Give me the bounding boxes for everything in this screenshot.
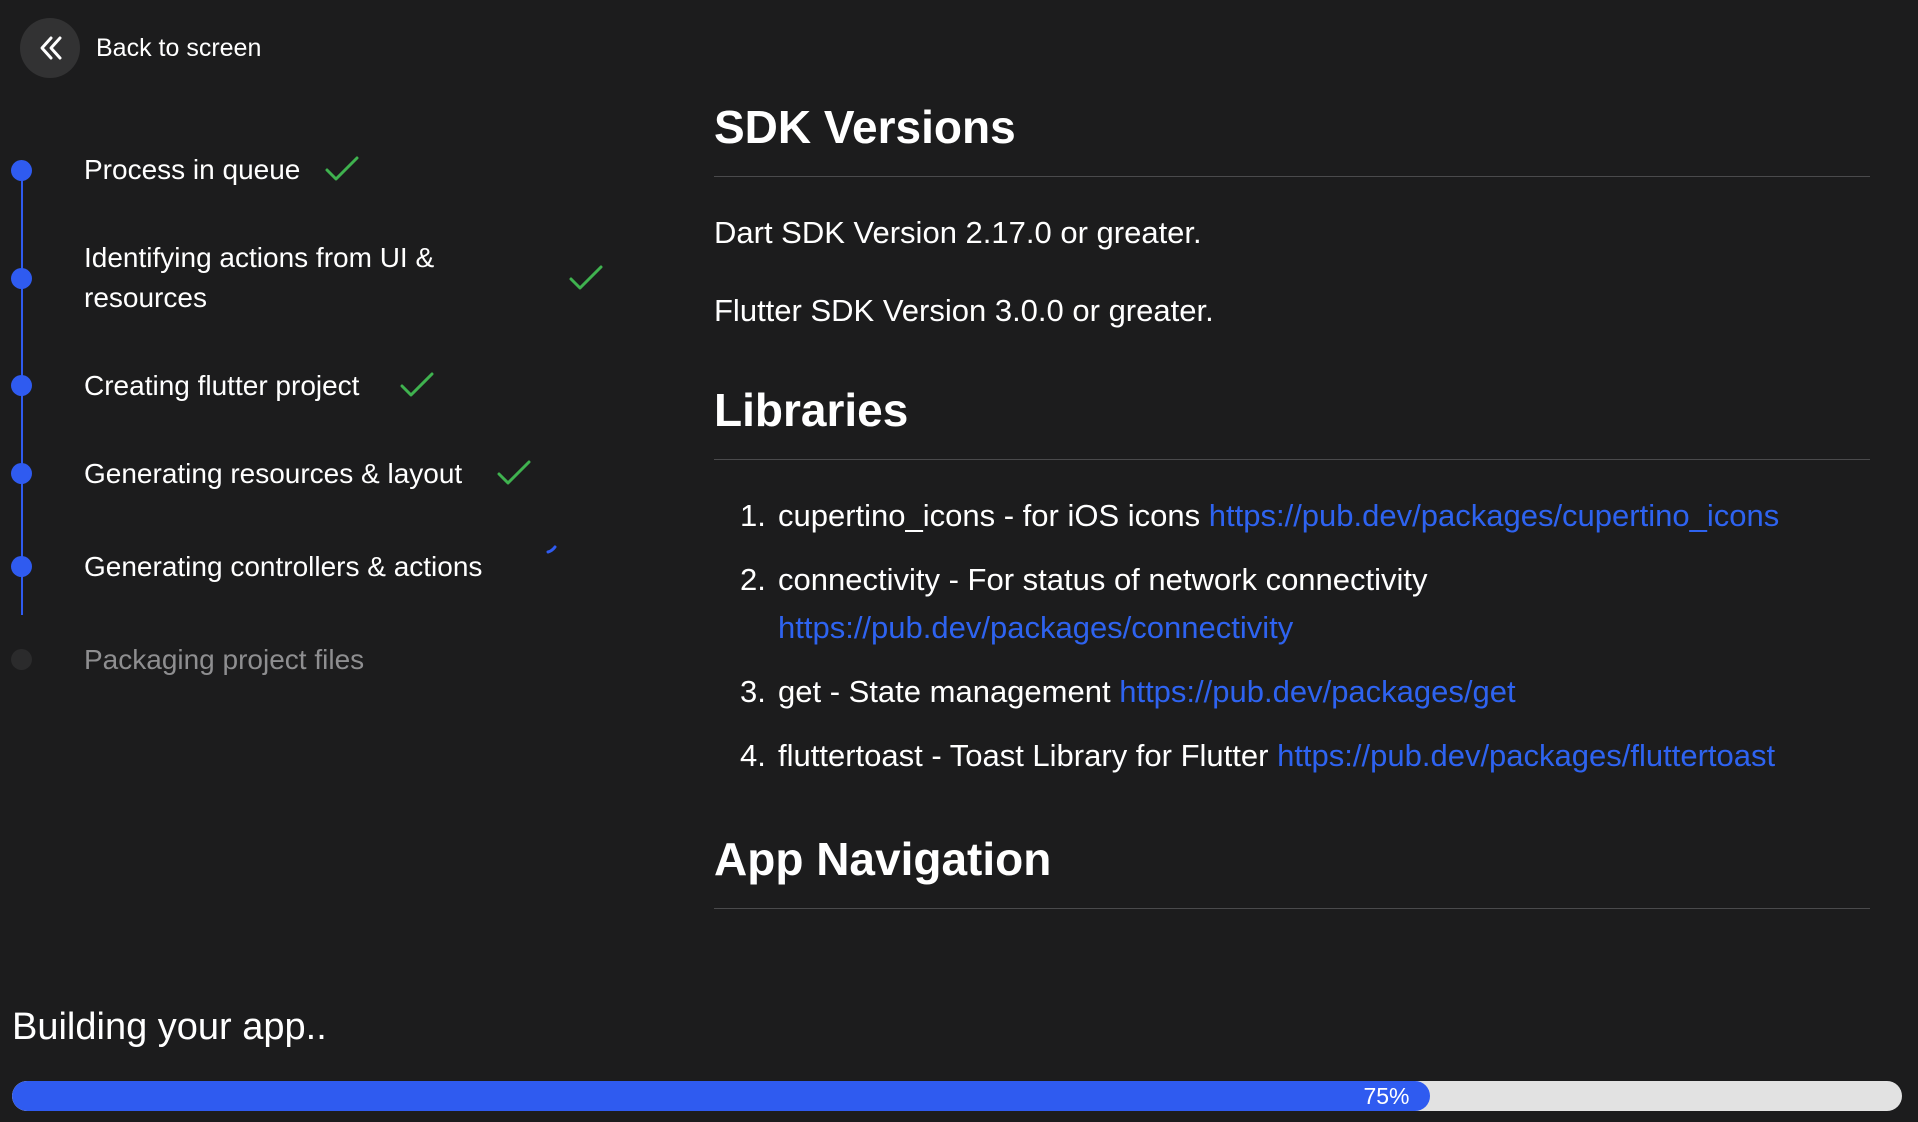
build-progress-fill: 75% — [12, 1081, 1430, 1111]
checkmark-icon — [400, 372, 434, 397]
app-navigation-heading: App Navigation — [714, 832, 1870, 909]
sdk-version-dart: Dart SDK Version 2.17.0 or greater. — [714, 215, 1202, 250]
list-item: 4. fluttertoast - Toast Library for Flut… — [714, 732, 1870, 780]
step-label-creating-flutter-project: Creating flutter project — [84, 370, 360, 401]
library-description: cupertino_icons - for iOS icons — [778, 498, 1201, 533]
library-link[interactable]: https://pub.dev/packages/cupertino_icons — [1209, 498, 1779, 533]
libraries-list: 1. cupertino_icons - for iOS icons https… — [714, 492, 1870, 780]
spinner-icon — [546, 545, 557, 554]
libraries-heading: Libraries — [714, 383, 1870, 460]
step-dot-in-progress — [11, 556, 32, 577]
library-description: fluttertoast - Toast Library for Flutter — [778, 738, 1269, 773]
list-item: 1. cupertino_icons - for iOS icons https… — [714, 492, 1870, 540]
library-link[interactable]: https://pub.dev/packages/get — [1119, 674, 1515, 709]
list-item-number: 3. — [740, 674, 766, 709]
build-progress-percent: 75% — [1363, 1083, 1410, 1109]
step-dot-done — [11, 375, 32, 396]
library-description: connectivity - For status of network con… — [778, 562, 1428, 597]
checkmark-icon — [569, 265, 603, 290]
sdk-version-flutter: Flutter SDK Version 3.0.0 or greater. — [714, 293, 1214, 328]
list-item-number: 1. — [740, 498, 766, 533]
list-item: 3. get - State management https://pub.de… — [714, 668, 1870, 716]
step-dot-done — [11, 463, 32, 484]
list-item-number: 4. — [740, 738, 766, 773]
library-link[interactable]: https://pub.dev/packages/fluttertoast — [1277, 738, 1775, 773]
sdk-versions-heading: SDK Versions — [714, 100, 1870, 177]
list-item-number: 2. — [740, 562, 766, 597]
step-label-generating-resources: Generating resources & layout — [84, 458, 463, 489]
checkmark-icon — [325, 156, 359, 181]
readme-content-panel[interactable]: SDK Versions Dart SDK Version 2.17.0 or … — [714, 100, 1870, 976]
build-progress-bar: 75% — [12, 1081, 1902, 1111]
step-label-packaging-project-files: Packaging project files — [84, 644, 365, 675]
step-dot-pending — [11, 649, 32, 670]
library-description: get - State management — [778, 674, 1111, 709]
step-label-identifying-actions: Identifying actions from UI & resources — [84, 242, 435, 313]
list-item: 2. connectivity - For status of network … — [714, 556, 1870, 652]
step-dot-done — [11, 160, 32, 181]
build-steps: Process in queue Identifying actions fro… — [0, 0, 640, 980]
step-dot-done — [11, 268, 32, 289]
build-status-label: Building your app.. — [12, 1006, 327, 1048]
step-label-process-in-queue: Process in queue — [84, 154, 301, 185]
library-link[interactable]: https://pub.dev/packages/connectivity — [778, 610, 1293, 645]
checkmark-icon — [497, 460, 531, 485]
step-label-generating-controllers: Generating controllers & actions — [84, 551, 483, 582]
